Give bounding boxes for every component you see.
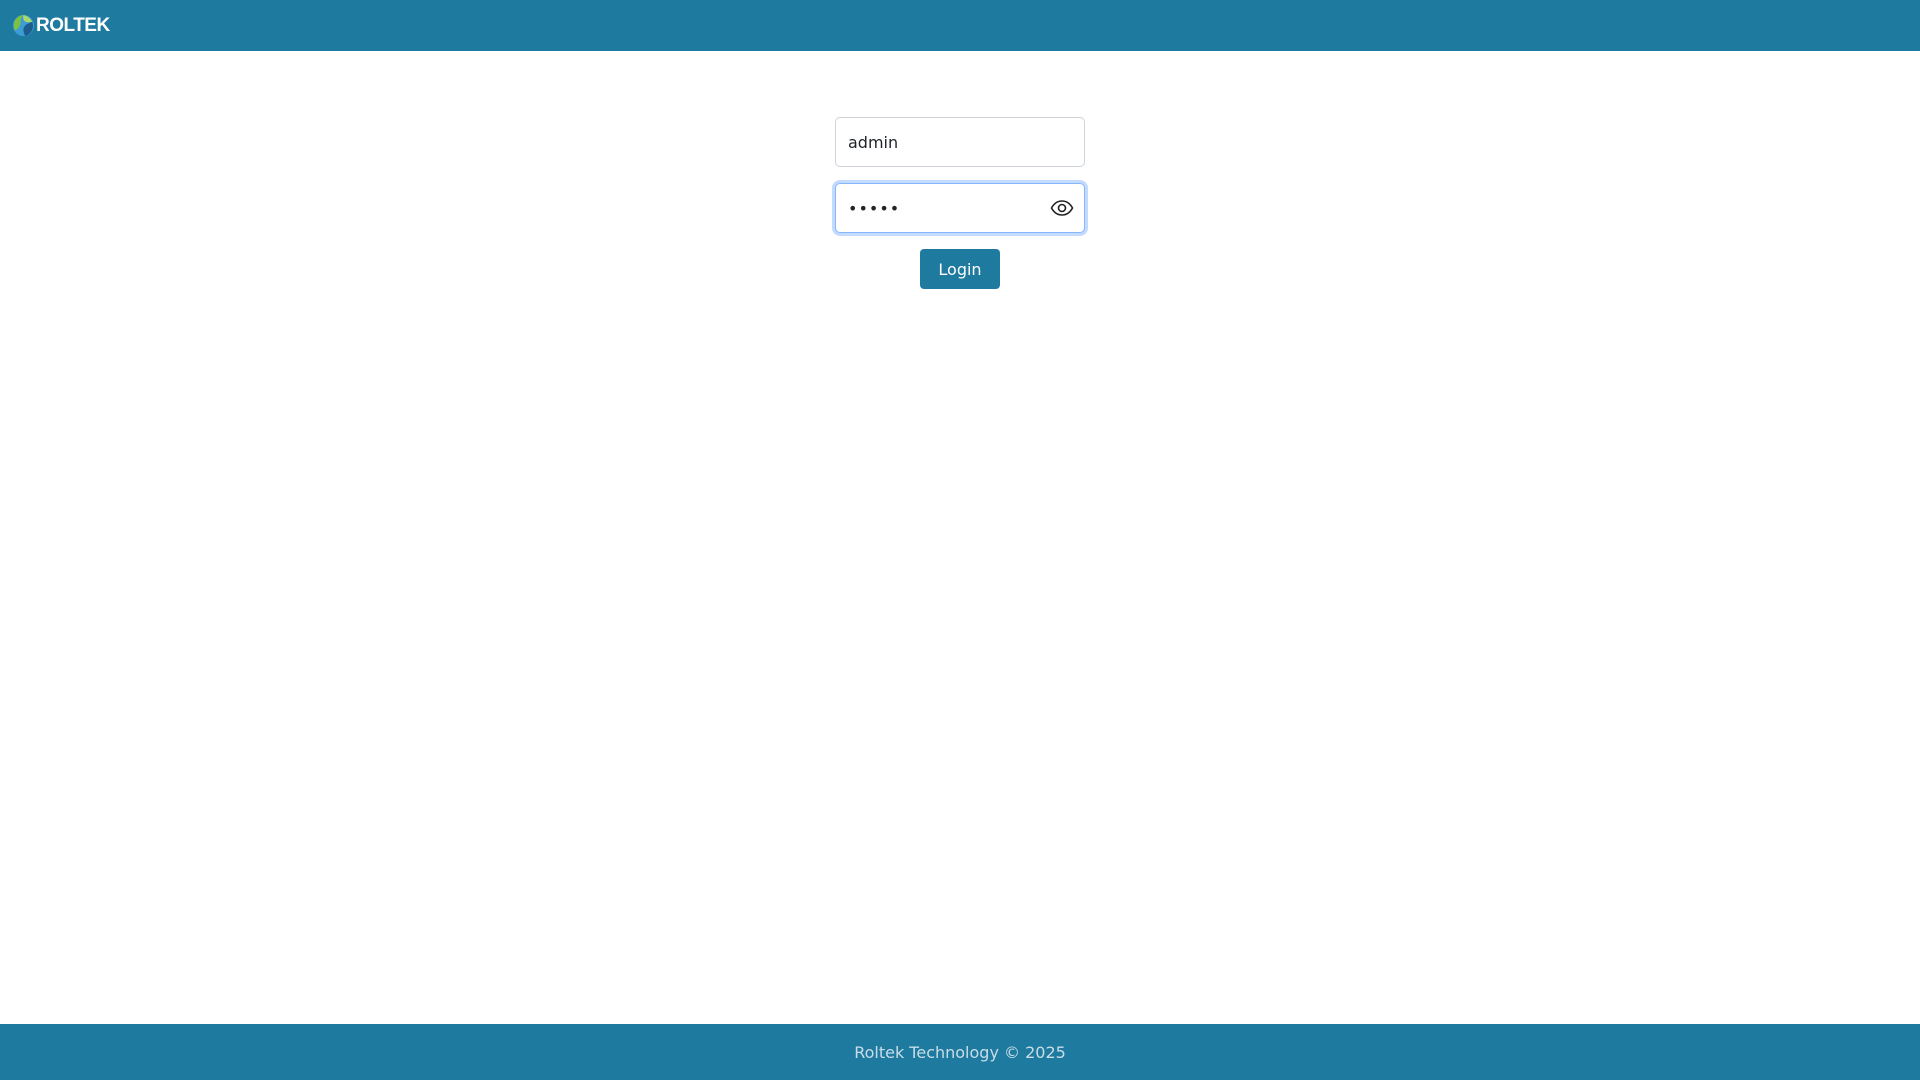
username-input[interactable] <box>836 118 1084 166</box>
login-form: Login <box>835 117 1085 289</box>
username-field-wrapper <box>835 117 1085 167</box>
brand-logo[interactable]: ROLTEK <box>12 0 110 51</box>
password-field-wrapper <box>835 183 1085 233</box>
brand-name: ROLTEK <box>36 15 110 36</box>
eye-icon[interactable] <box>1050 196 1074 220</box>
footer-copyright: Roltek Technology © 2025 <box>854 1042 1066 1062</box>
login-button[interactable]: Login <box>920 249 1000 289</box>
login-button-row: Login <box>835 249 1085 289</box>
login-page: ROLTEK Login Roltek Technology © 2025 <box>0 0 1920 1080</box>
roltek-globe-logo-icon <box>12 14 35 37</box>
password-input[interactable] <box>836 184 1084 232</box>
page-footer: Roltek Technology © 2025 <box>0 1024 1920 1080</box>
top-header: ROLTEK <box>0 0 1920 51</box>
